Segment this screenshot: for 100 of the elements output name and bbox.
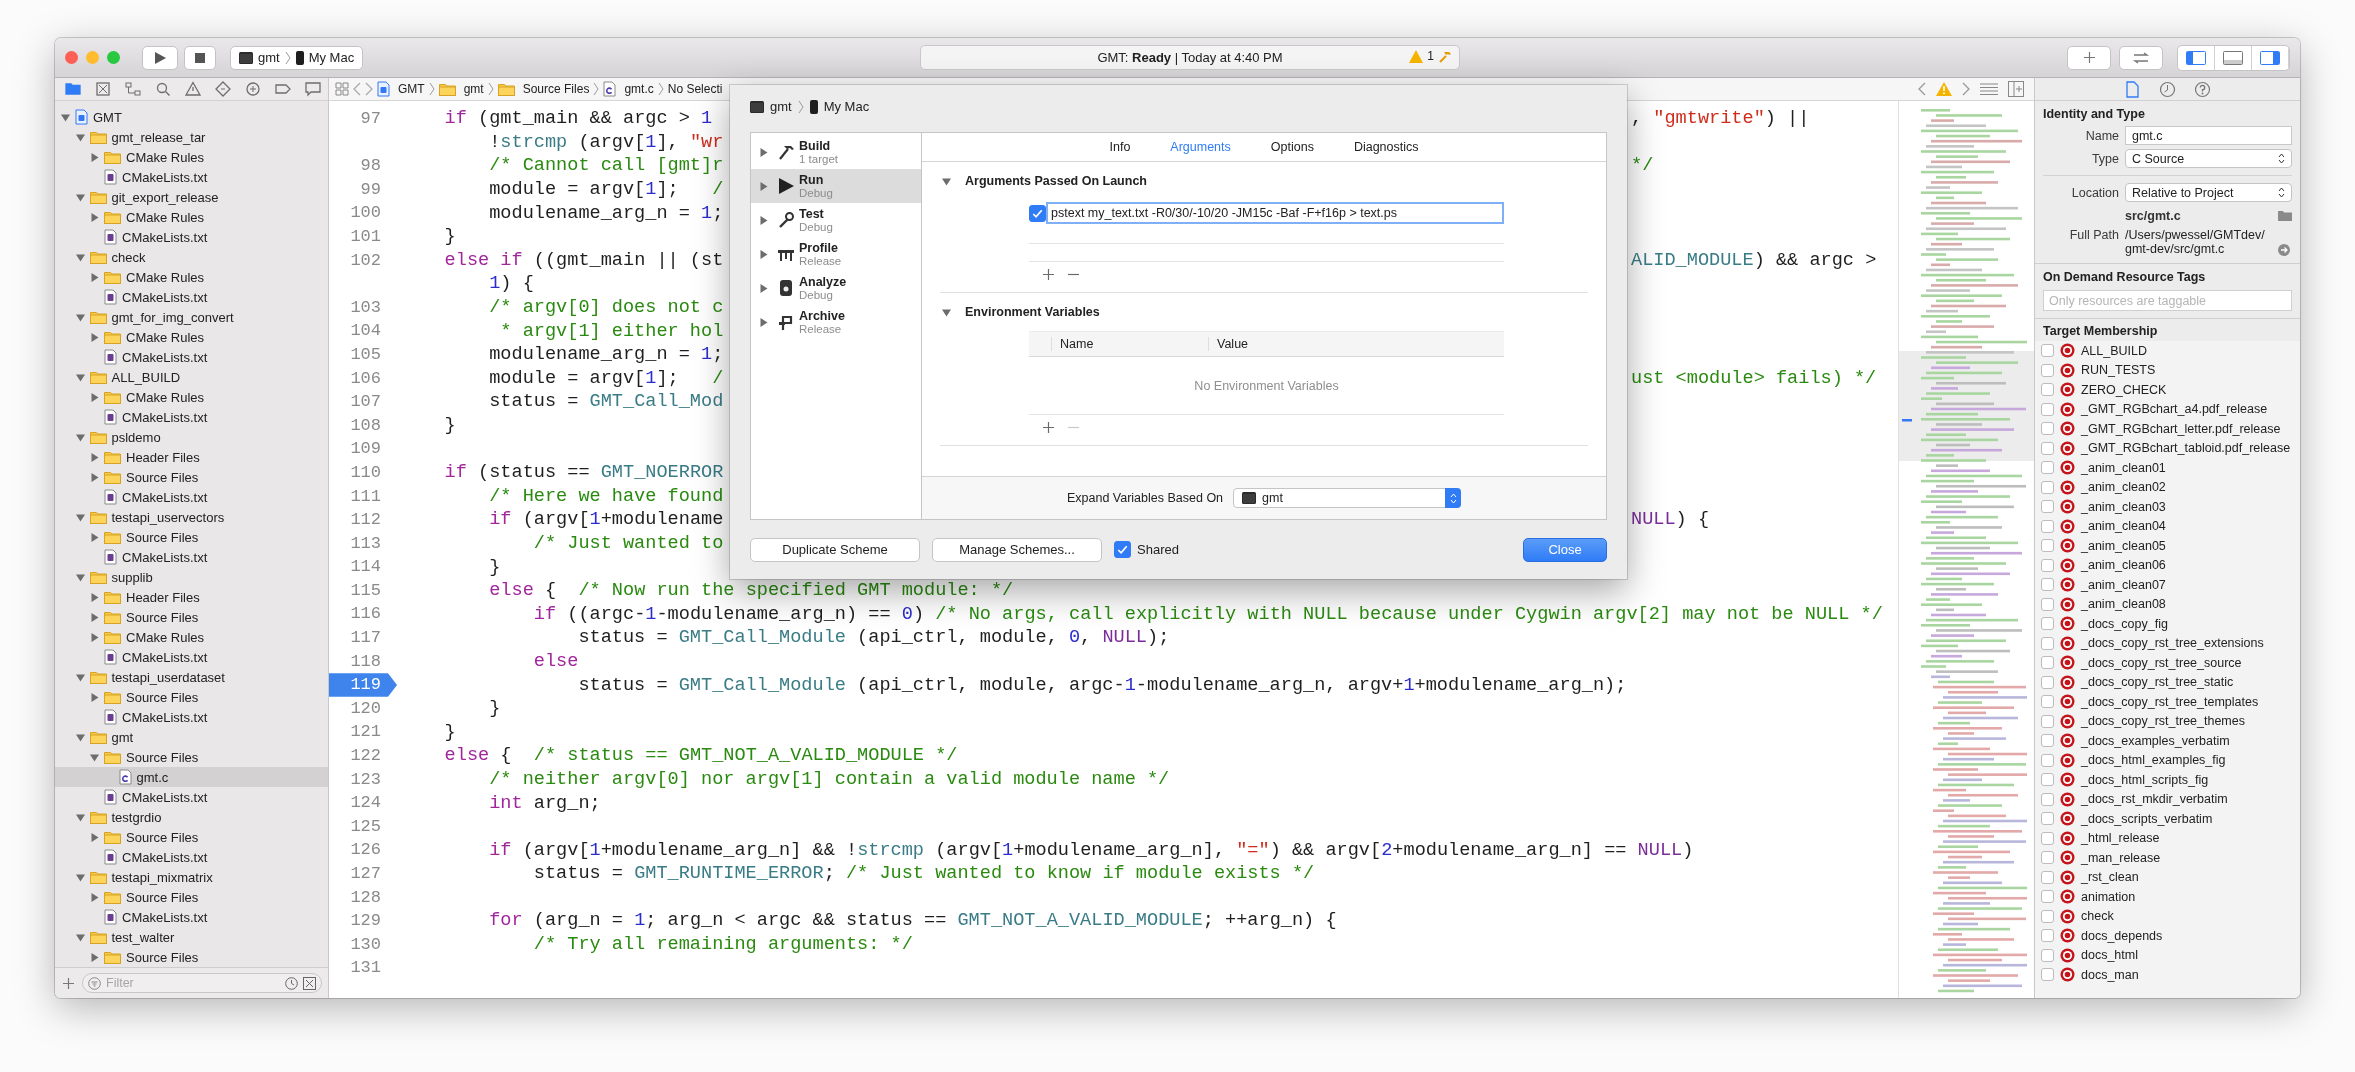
search-tab-icon[interactable] [154, 80, 172, 98]
tree-item[interactable]: gmt [55, 727, 328, 747]
tree-item[interactable]: CMakeLists.txt [55, 847, 328, 867]
checkbox[interactable] [2041, 890, 2054, 904]
column-header[interactable]: Name [1051, 337, 1208, 351]
line-number[interactable]: 104 [329, 319, 397, 343]
checkbox[interactable] [2041, 909, 2054, 923]
tree-item[interactable]: CMakeLists.txt [55, 547, 328, 567]
folder-icon[interactable] [2278, 210, 2292, 221]
disclosure-triangle-icon[interactable] [90, 392, 99, 402]
line-number[interactable]: 106 [329, 366, 397, 391]
checkbox[interactable] [2041, 656, 2054, 670]
line-number[interactable]: 124 [329, 791, 397, 815]
line-number[interactable]: 115 [329, 578, 397, 603]
tree-item[interactable]: CMakeLists.txt [55, 487, 328, 507]
tree-item[interactable]: CMakeLists.txt [55, 347, 328, 367]
tree-item[interactable]: GMT [55, 107, 328, 127]
checkbox[interactable] [2041, 519, 2054, 533]
disclosure-triangle-icon[interactable] [75, 672, 85, 682]
checkbox[interactable] [2041, 539, 2054, 553]
line-number[interactable]: 125 [329, 814, 397, 839]
checkbox[interactable] [2041, 753, 2054, 767]
line-number[interactable]: 118 [329, 649, 397, 674]
disclosure-triangle-icon[interactable] [75, 192, 85, 202]
disclosure-triangle-icon[interactable] [90, 472, 99, 482]
tree-item[interactable]: psldemo [55, 427, 328, 447]
disclosure-triangle-icon[interactable] [942, 176, 951, 186]
tree-item[interactable]: Source Files [55, 687, 328, 707]
close-button[interactable] [65, 51, 78, 64]
add-icon[interactable] [1043, 421, 1054, 433]
disclosure-triangle-icon[interactable] [75, 252, 85, 262]
tree-item[interactable]: CMake Rules [55, 267, 328, 287]
tree-item[interactable]: CMakeLists.txt [55, 167, 328, 187]
hierarchy-tab-icon[interactable] [124, 80, 142, 98]
line-number[interactable]: 113 [329, 531, 397, 556]
line-number[interactable]: 120 [329, 696, 397, 721]
breadcrumb[interactable]: GMT [377, 81, 425, 97]
line-number[interactable]: 130 [329, 932, 397, 957]
line-number[interactable]: 102 [329, 248, 397, 273]
tree-item[interactable]: CMakeLists.txt [55, 907, 328, 927]
tree-item[interactable]: Source Files [55, 467, 328, 487]
checkbox[interactable] [1114, 541, 1131, 558]
disclosure-triangle-icon[interactable] [75, 732, 85, 742]
tree-item[interactable]: Header Files [55, 447, 328, 467]
checkbox[interactable] [2041, 714, 2054, 728]
sheet-button[interactable]: Duplicate Scheme [750, 537, 920, 562]
line-number[interactable]: 129 [329, 909, 397, 933]
forward-icon[interactable] [1962, 82, 1970, 96]
tree-item[interactable]: CMakeLists.txt [55, 287, 328, 307]
checkbox[interactable] [2041, 363, 2054, 377]
checkbox[interactable] [2041, 792, 2054, 806]
add-icon[interactable] [1043, 268, 1054, 280]
grid-icon[interactable] [335, 82, 349, 96]
checkbox[interactable] [2041, 617, 2054, 631]
tree-item[interactable]: gmt_release_tar [55, 127, 328, 147]
report-tab-icon[interactable] [304, 80, 322, 98]
line-number[interactable]: 112 [329, 508, 397, 532]
add-icon[interactable] [63, 977, 74, 989]
line-number[interactable]: 126 [329, 838, 397, 862]
disclosure-triangle-icon[interactable] [759, 283, 768, 293]
tree-item[interactable]: Source Files [55, 947, 328, 967]
tree-item[interactable]: Source Files [55, 527, 328, 547]
checkbox[interactable] [2041, 597, 2054, 611]
checkbox[interactable] [2041, 968, 2054, 982]
tree-item[interactable]: CMake Rules [55, 147, 328, 167]
disclosure-triangle-icon[interactable] [759, 317, 768, 327]
checkbox[interactable] [2041, 734, 2054, 748]
disclosure-triangle-icon[interactable] [90, 692, 99, 702]
checkbox[interactable] [2041, 870, 2054, 884]
tree-item[interactable]: git_export_release [55, 187, 328, 207]
tree-item[interactable]: supplib [55, 567, 328, 587]
disclosure-triangle-icon[interactable] [90, 332, 99, 342]
scheme-action[interactable]: Archive Release [751, 305, 921, 339]
disclosure-triangle-icon[interactable] [90, 272, 99, 282]
tree-item[interactable]: CMake Rules [55, 207, 328, 227]
location-popup[interactable]: Relative to Project [2125, 183, 2292, 202]
tab[interactable]: Info [1109, 140, 1131, 154]
line-number[interactable]: 110 [329, 460, 397, 485]
scheme-action[interactable]: Analyze Debug [751, 271, 921, 305]
checkbox[interactable] [2041, 344, 2054, 358]
scheme-action[interactable]: Test Debug [751, 203, 921, 237]
menu-icon[interactable] [1980, 83, 1998, 95]
line-number[interactable]: 127 [329, 862, 397, 886]
tree-item[interactable]: testapi_mixmatrix [55, 867, 328, 887]
tree-item[interactable]: CMakeLists.txt [55, 407, 328, 427]
breadcrumb[interactable]: gmt.c [603, 81, 654, 97]
tab[interactable]: Diagnostics [1353, 140, 1419, 154]
tree-item[interactable]: check [55, 247, 328, 267]
disclosure-triangle-icon[interactable] [90, 892, 99, 902]
clock-icon[interactable] [285, 976, 298, 990]
add-editor-icon[interactable] [2008, 81, 2024, 97]
disclosure-triangle-icon[interactable] [75, 932, 85, 942]
tree-item[interactable]: CMakeLists.txt [55, 707, 328, 727]
line-number[interactable]: 119 [329, 673, 397, 697]
disclosure-triangle-icon[interactable] [61, 112, 70, 122]
line-number[interactable]: 99 [329, 177, 397, 202]
checkbox[interactable] [2041, 461, 2054, 475]
tab[interactable]: Options [1270, 140, 1314, 154]
disclosure-triangle-icon[interactable] [75, 432, 85, 442]
disclosure-triangle-icon[interactable] [90, 832, 99, 842]
